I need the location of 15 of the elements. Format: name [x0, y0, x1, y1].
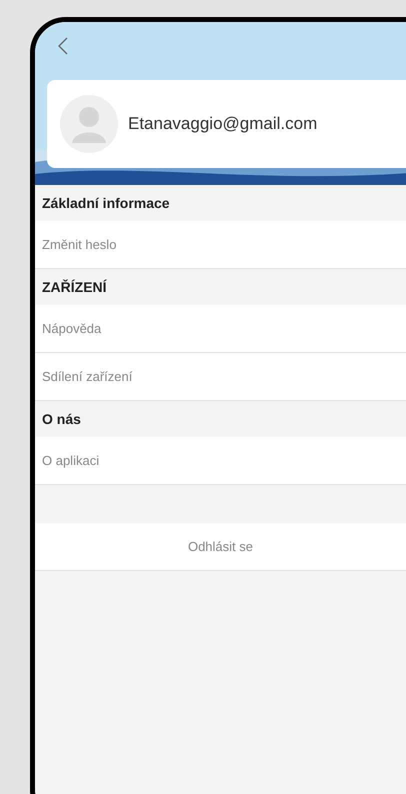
menu-label: O aplikaci [42, 452, 100, 470]
section-heading: O nás [41, 410, 82, 428]
menu-row[interactable]: Změnit heslo [35, 221, 406, 269]
menu-row[interactable]: O aplikaci [35, 437, 406, 485]
section-heading: ZAŘÍZENÍ [41, 278, 108, 296]
menu-row[interactable]: Sdílení zařízení [35, 353, 406, 401]
avatar-icon [60, 95, 118, 153]
user-email: Etanavaggio@gmail.com [128, 113, 318, 136]
section-heading: Základní informace [41, 194, 171, 212]
menu-label: Nápověda [42, 320, 102, 338]
back-icon [58, 37, 68, 55]
menu-label: Změnit heslo [42, 236, 116, 254]
logout-button[interactable]: Odhlásit se [35, 523, 406, 571]
menu-label: Sdílení zařízení [42, 368, 132, 386]
menu-row[interactable]: Nápověda [35, 305, 406, 353]
